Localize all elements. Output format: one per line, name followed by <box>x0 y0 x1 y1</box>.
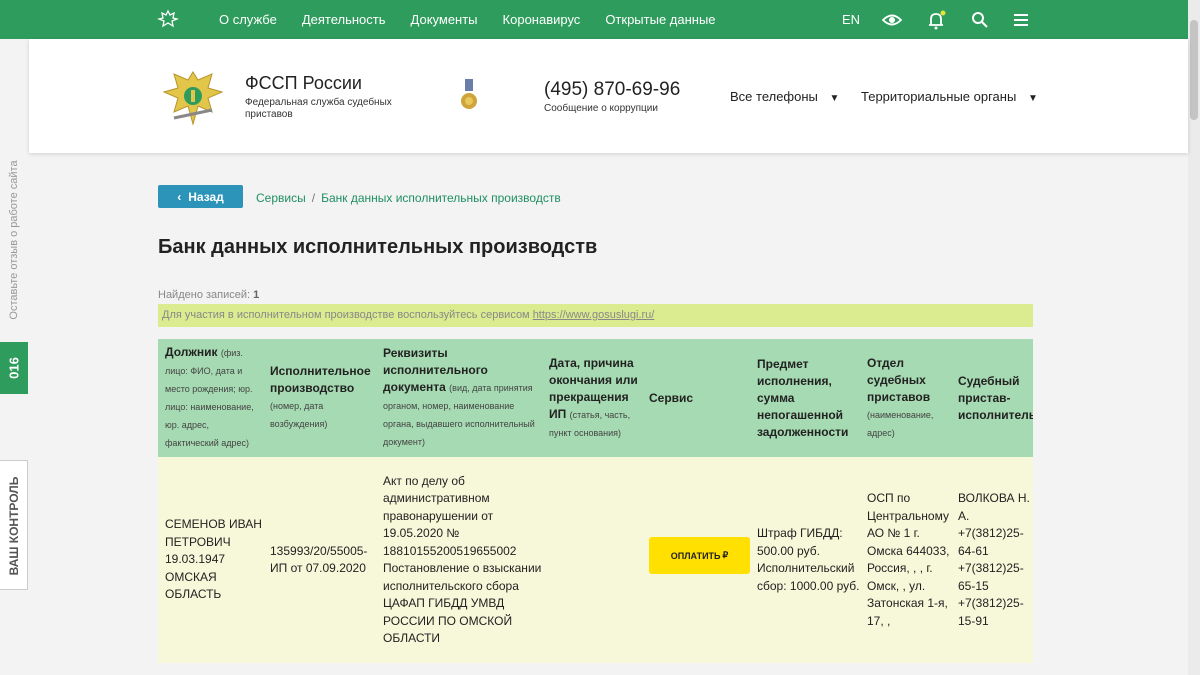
cell-bailiff: ВОЛКОВА Н. А. +7(3812)25-64-61 +7(3812)2… <box>958 457 1033 663</box>
back-button[interactable]: ‹ Назад <box>158 185 243 208</box>
notice-text: Для участия в исполнительном производств… <box>162 309 530 321</box>
cell-debtor: СЕМЕНОВ ИВАН ПЕТРОВИЧ 19.03.1947 ОМСКАЯ … <box>165 457 265 663</box>
phone-number[interactable]: (495) 870-69-96 <box>544 79 680 101</box>
search-icon[interactable] <box>970 10 990 30</box>
chevron-down-icon: ▼ <box>1027 93 1038 104</box>
breadcrumb: Сервисы / Банк данных исполнительных произ… <box>256 191 561 205</box>
pay-button[interactable]: ОПЛАТИТЬ ₽ <box>649 537 750 574</box>
fssp-logo-icon[interactable] <box>162 66 224 130</box>
document-text: Акт по делу об административном правонар… <box>383 473 542 646</box>
nav-coronavirus[interactable]: Коронавирус <box>503 12 581 27</box>
feedback-tab[interactable]: Оставьте отзыв о работе сайта <box>0 150 28 330</box>
cell-department: ОСП по Центральному АО № 1 г. Омска 6440… <box>867 457 952 663</box>
cell-proceeding: 135993/20/55005-ИП от 07.09.2020 <box>270 457 378 663</box>
nav-documents[interactable]: Документы <box>411 12 478 27</box>
header-debtor-title: Должник <box>165 345 218 359</box>
gosuslugi-link[interactable]: https://www.gosuslugi.ru/ <box>533 309 655 321</box>
ruble-icon: ₽ <box>722 550 729 560</box>
records-found: Найдено записей: 1 <box>158 289 259 301</box>
eye-icon[interactable] <box>882 10 902 30</box>
hotline-016-label: 016 <box>6 357 22 379</box>
header-bailiff: Судебный пристав-исполнитель <box>958 339 1033 457</box>
main-nav: О службе Деятельность Документы Коронави… <box>219 0 741 39</box>
bailiff-text: ВОЛКОВА Н. А. +7(3812)25-64-61 +7(3812)2… <box>958 491 1030 628</box>
top-bar: О службе Деятельность Документы Коронави… <box>0 0 1188 39</box>
nav-open-data[interactable]: Открытые данные <box>605 12 715 27</box>
bell-icon[interactable] <box>926 10 946 30</box>
nav-activity[interactable]: Деятельность <box>302 12 386 27</box>
medal-icon <box>461 79 477 109</box>
all-phones-dropdown[interactable]: Все телефоны ▼ <box>730 89 839 104</box>
cell-subject: Штраф ГИБДД: 500.00 руб. Исполнительский… <box>757 457 862 663</box>
debtor-text: СЕМЕНОВ ИВАН ПЕТРОВИЧ 19.03.1947 ОМСКАЯ … <box>165 517 262 602</box>
hotline-016-tab[interactable]: 016 <box>0 342 28 394</box>
language-switch[interactable]: EN <box>842 12 860 27</box>
back-button-label: Назад <box>188 189 224 204</box>
breadcrumb-services[interactable]: Сервисы <box>256 191 306 205</box>
breadcrumb-separator: / <box>311 191 316 205</box>
header-subject-title: Предмет исполнения, сумма непогашенной з… <box>757 356 849 439</box>
nav-about[interactable]: О службе <box>219 12 277 27</box>
chevron-left-icon: ‹ <box>177 189 182 204</box>
scrollbar[interactable] <box>1188 0 1200 675</box>
header-bailiff-title: Судебный пристав-исполнитель <box>958 373 1033 422</box>
header-end-date: Дата, причина окончания или прекращения … <box>549 339 644 457</box>
territorial-bodies-dropdown[interactable]: Территориальные органы ▼ <box>861 89 1038 104</box>
org-subtitle: Федеральная служба судебных приставов <box>245 97 392 120</box>
all-phones-label: Все телефоны <box>730 89 818 104</box>
chevron-down-icon: ▼ <box>829 93 840 104</box>
org-name[interactable]: ФССП России <box>245 73 362 94</box>
header-service: Сервис <box>649 339 739 457</box>
territorial-bodies-label: Территориальные органы <box>861 89 1017 104</box>
your-control-tab[interactable]: ВАШ КОНТРОЛЬ <box>0 460 28 590</box>
site-header: ФССП России Федеральная служба судебных … <box>29 39 1188 153</box>
header-department-title: Отдел судебных приставов <box>867 355 931 404</box>
header-proceeding: Исполнительное производство (номер, дата… <box>270 339 375 457</box>
eagle-emblem-icon[interactable] <box>157 8 179 30</box>
header-department-note: (наименование, адрес) <box>867 409 934 438</box>
cell-end-date <box>549 457 644 663</box>
scrollbar-thumb[interactable] <box>1190 20 1198 120</box>
header-document: Реквизиты исполнительного документа (вид… <box>383 339 538 457</box>
feedback-tab-label: Оставьте отзыв о работе сайта <box>8 160 20 320</box>
results-table: Должник (физ. лицо: ФИО, дата и место ро… <box>158 339 1033 663</box>
header-debtor-note: (физ. лицо: ФИО, дата и место рождения; … <box>165 348 254 448</box>
breadcrumb-current[interactable]: Банк данных исполнительных производств <box>321 191 561 205</box>
header-service-title: Сервис <box>649 390 694 405</box>
pay-button-label: ОПЛАТИТЬ <box>670 550 721 561</box>
header-subject: Предмет исполнения, сумма непогашенной з… <box>757 339 857 457</box>
table-row: СЕМЕНОВ ИВАН ПЕТРОВИЧ 19.03.1947 ОМСКАЯ … <box>158 457 1033 663</box>
menu-icon[interactable] <box>1011 10 1031 30</box>
header-proceeding-note: (номер, дата возбуждения) <box>270 401 328 429</box>
records-found-label: Найдено записей: <box>158 289 251 301</box>
subject-text: Штраф ГИБДД: 500.00 руб. Исполнительский… <box>757 526 860 593</box>
your-control-label: ВАШ КОНТРОЛЬ <box>7 476 21 576</box>
table-header: Должник (физ. лицо: ФИО, дата и место ро… <box>158 339 1033 457</box>
header-debtor: Должник (физ. лицо: ФИО, дата и место ро… <box>165 339 265 457</box>
proceeding-text: 135993/20/55005-ИП от 07.09.2020 <box>270 543 368 576</box>
cell-document: Акт по делу об административном правонар… <box>383 457 543 663</box>
department-text: ОСП по Центральному АО № 1 г. Омска 6440… <box>867 491 950 628</box>
page-title: Банк данных исполнительных производств <box>158 236 598 258</box>
header-proceeding-title: Исполнительное производство <box>270 364 371 395</box>
corruption-report-link[interactable]: Сообщение о коррупции <box>544 103 658 114</box>
records-found-count: 1 <box>253 289 260 301</box>
header-department: Отдел судебных приставов (наименование, … <box>867 339 947 457</box>
gosuslugi-notice: Для участия в исполнительном производств… <box>158 304 1033 327</box>
